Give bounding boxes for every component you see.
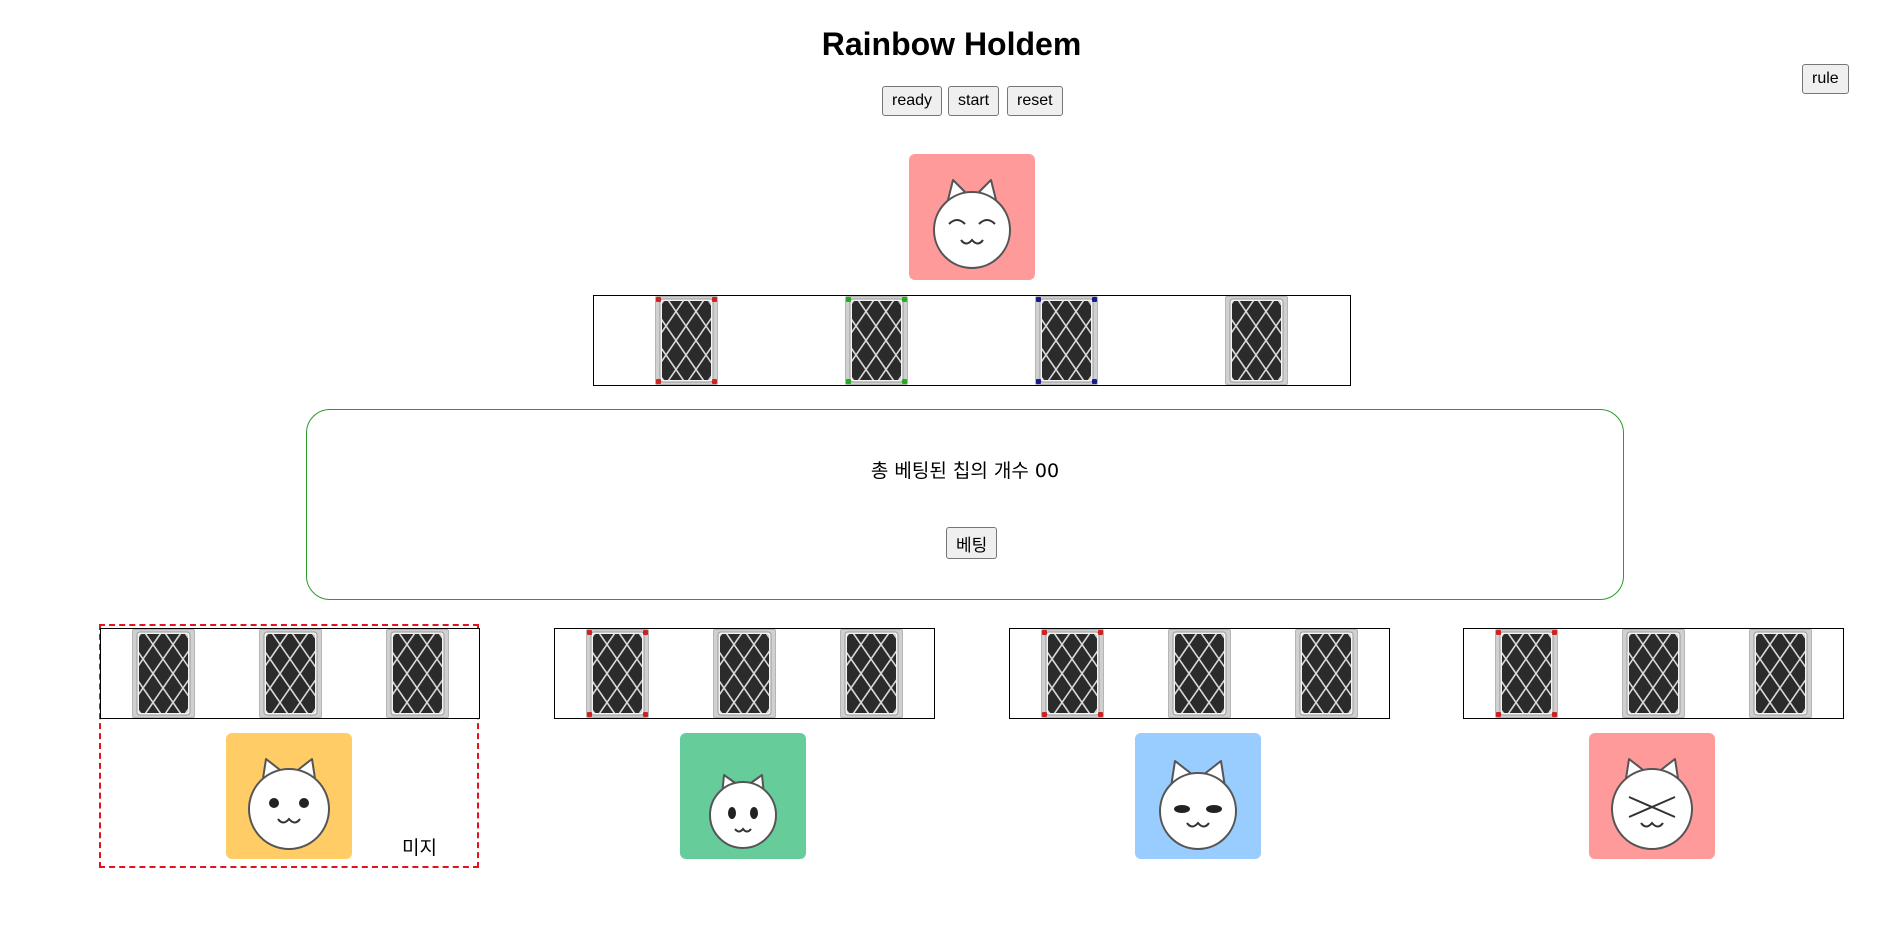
player-hand-1	[100, 628, 480, 719]
dealer-avatar	[909, 154, 1035, 280]
card-corner-marker	[1036, 379, 1041, 384]
card-corner-marker	[712, 297, 717, 302]
card-corner-marker	[1098, 712, 1103, 717]
card-corner-marker	[1042, 712, 1047, 717]
card-corner-marker	[643, 712, 648, 717]
player-1-name: 미지	[402, 837, 437, 859]
card-corner-marker	[846, 297, 851, 302]
player-hand-3	[1009, 628, 1390, 719]
card-back	[655, 296, 718, 385]
card-corner-marker	[587, 630, 592, 635]
card-corner-marker	[1496, 712, 1501, 717]
community-cards	[593, 295, 1351, 386]
dot-eyes-cat-icon	[248, 758, 330, 850]
card-corner-marker	[643, 630, 648, 635]
card-corner-marker	[1092, 379, 1097, 384]
card-back-pattern-icon	[1039, 298, 1094, 383]
player-4-avatar	[1589, 733, 1715, 859]
card-back	[1749, 629, 1812, 718]
card-back-pattern-icon	[1229, 298, 1284, 383]
player-1-avatar	[226, 733, 352, 859]
card-corner-marker	[1036, 297, 1041, 302]
card-corner-marker	[846, 379, 851, 384]
player-2-avatar	[680, 733, 806, 859]
card-back	[386, 629, 449, 718]
card-back-pattern-icon	[1626, 631, 1681, 716]
card-back-pattern-icon	[1172, 631, 1227, 716]
smiling-cat-icon	[933, 179, 1011, 269]
card-corner-marker	[1552, 712, 1557, 717]
sleepy-cat-icon	[1159, 760, 1237, 850]
reset-button[interactable]: reset	[1007, 86, 1063, 116]
card-corner-marker	[1496, 630, 1501, 635]
bet-button[interactable]: 베팅	[946, 527, 998, 559]
card-back	[132, 629, 195, 718]
card-back	[1495, 629, 1558, 718]
card-back	[1295, 629, 1358, 718]
card-back-pattern-icon	[390, 631, 445, 716]
card-back-pattern-icon	[1499, 631, 1554, 716]
card-corner-marker	[902, 297, 907, 302]
card-corner-marker	[1552, 630, 1557, 635]
card-corner-marker	[1092, 297, 1097, 302]
x-eyes-cat-icon	[1611, 758, 1693, 850]
card-back	[840, 629, 903, 718]
card-back-pattern-icon	[659, 298, 714, 383]
card-back	[713, 629, 776, 718]
card-corner-marker	[656, 297, 661, 302]
card-corner-marker	[902, 379, 907, 384]
pot-panel: 총 베팅된 칩의 개수 00 베팅	[306, 409, 1624, 600]
card-back-pattern-icon	[590, 631, 645, 716]
card-back-pattern-icon	[717, 631, 772, 716]
player-hand-4	[1463, 628, 1844, 719]
card-corner-marker	[1042, 630, 1047, 635]
card-back	[1041, 629, 1104, 718]
card-corner-marker	[656, 379, 661, 384]
card-back-pattern-icon	[844, 631, 899, 716]
card-corner-marker	[1098, 630, 1103, 635]
card-back	[1225, 296, 1288, 385]
card-back	[845, 296, 908, 385]
card-back-pattern-icon	[1753, 631, 1808, 716]
card-back-pattern-icon	[1045, 631, 1100, 716]
player-hand-2	[554, 628, 935, 719]
card-corner-marker	[587, 712, 592, 717]
pot-total-label: 총 베팅된 칩의 개수 00	[870, 460, 1060, 482]
rule-button[interactable]: rule	[1802, 64, 1849, 94]
player-3-avatar	[1135, 733, 1261, 859]
card-back	[1035, 296, 1098, 385]
start-button[interactable]: start	[948, 86, 1000, 116]
card-back	[1168, 629, 1231, 718]
card-back-pattern-icon	[136, 631, 191, 716]
card-corner-marker	[712, 379, 717, 384]
card-back-pattern-icon	[263, 631, 318, 716]
card-back-pattern-icon	[1299, 631, 1354, 716]
game-title: Rainbow Holdem	[821, 26, 1082, 62]
oval-eyes-cat-icon	[709, 774, 777, 849]
ready-button[interactable]: ready	[882, 86, 943, 116]
card-back	[259, 629, 322, 718]
card-back-pattern-icon	[849, 298, 904, 383]
card-back	[586, 629, 649, 718]
card-back	[1622, 629, 1685, 718]
